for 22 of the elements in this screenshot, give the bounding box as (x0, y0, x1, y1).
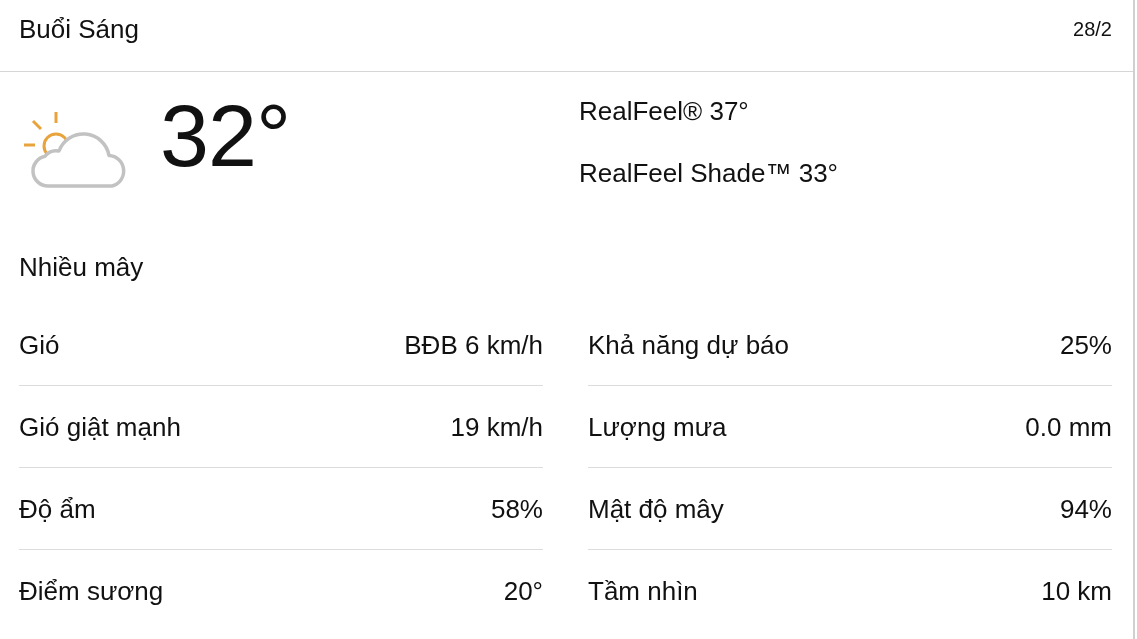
detail-value: 25% (1059, 329, 1112, 360)
detail-value: 58% (490, 493, 543, 524)
detail-value: 10 km (1041, 576, 1112, 606)
detail-value: 19 km/h (450, 411, 543, 442)
header-title: Buổi Sáng (19, 13, 139, 44)
detail-label: Lượng mưa (588, 411, 727, 442)
realfeel-text: RealFeel Shade™ 33° (579, 158, 838, 188)
detail-label: Tầm nhìn (588, 576, 698, 606)
detail-value: 94% (1059, 493, 1112, 524)
condition-text: Nhiều mây (19, 252, 144, 282)
date-label: 28/2 (1073, 16, 1112, 41)
detail-label: Gió (19, 329, 60, 360)
detail-label: Độ ẩm (19, 493, 96, 524)
detail-value: 0.0 mm (1025, 411, 1112, 442)
detail-label: Điểm sương (19, 576, 164, 606)
detail-label: Khả năng dự báo (588, 329, 790, 360)
detail-value: BĐB 6 km/h (404, 329, 543, 360)
detail-value: 20° (503, 576, 543, 606)
detail-label: Mật độ mây (588, 493, 724, 524)
temperature-value: 32° (160, 92, 291, 180)
realfeel-text: RealFeel® 37° (579, 96, 749, 126)
detail-label: Gió giật mạnh (19, 411, 181, 442)
